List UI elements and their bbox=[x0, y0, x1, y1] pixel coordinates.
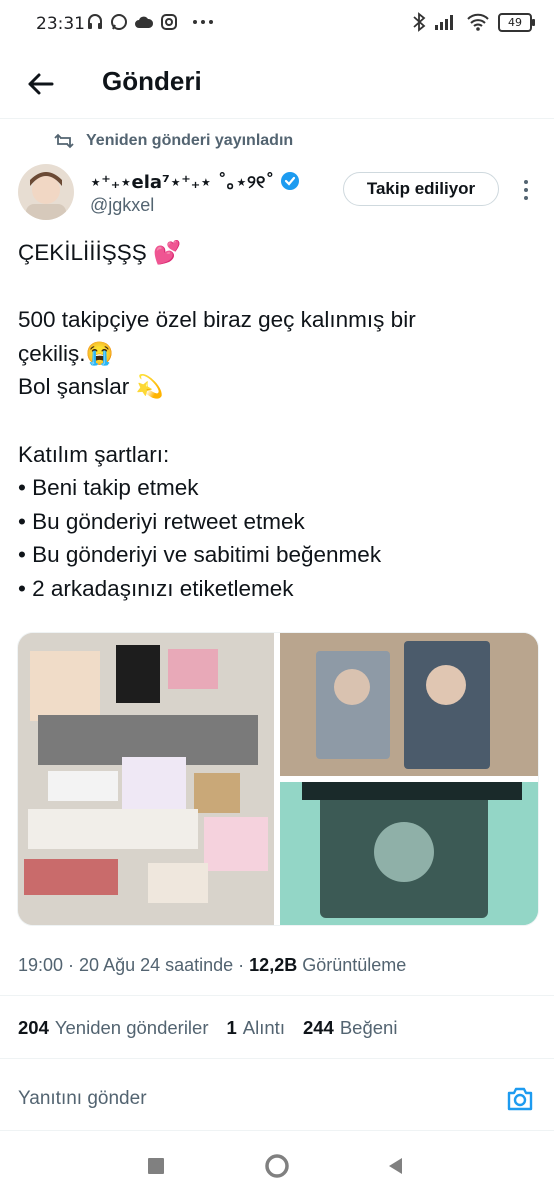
recents-square-icon[interactable] bbox=[146, 1156, 166, 1176]
post-timestamp: 19:00 · 20 Ağu 24 saatinde · 12,2B Görün… bbox=[18, 955, 406, 976]
views-count: 12,2B bbox=[249, 955, 298, 975]
timestamp-text: 19:00 · 20 Ağu 24 saatinde · bbox=[18, 955, 250, 975]
reposts-label: Yeniden gönderiler bbox=[54, 1017, 209, 1038]
post-stats: 204 Yeniden gönderiler 1 Alıntı 244 Beğeni bbox=[18, 1017, 415, 1039]
back-triangle-icon[interactable] bbox=[386, 1156, 406, 1176]
views-label: Görüntüleme bbox=[297, 955, 407, 975]
post-line: 500 takipçiye özel biraz geç kalınmış bi… bbox=[18, 307, 416, 333]
more-dots-icon bbox=[193, 20, 213, 24]
instagram-icon bbox=[161, 14, 177, 30]
author-name-text: ⋆⁺₊⋆ela⁷⋆⁺₊⋆ ˚｡⋆୨୧˚ bbox=[90, 172, 275, 193]
post-line: • Beni takip etmek bbox=[18, 475, 199, 501]
status-bar: 23:31 49 bbox=[0, 0, 554, 52]
avatar[interactable] bbox=[18, 164, 74, 220]
post-line: Bol şanslar 💫 bbox=[18, 374, 164, 400]
wifi-icon bbox=[467, 13, 489, 31]
post-line: • Bu gönderiyi retweet etmek bbox=[18, 508, 305, 534]
divider bbox=[0, 995, 554, 996]
avatar-image bbox=[18, 164, 74, 220]
post-line: • 2 arkadaşınızı etiketlemek bbox=[18, 575, 294, 601]
post-line: Katılım şartları: bbox=[18, 441, 170, 467]
quotes-label: Alıntı bbox=[242, 1017, 285, 1038]
following-button[interactable]: Takip ediliyor bbox=[343, 172, 499, 206]
camera-icon[interactable] bbox=[506, 1086, 534, 1112]
author-name[interactable]: ⋆⁺₊⋆ela⁷⋆⁺₊⋆ ˚｡⋆୨୧˚ bbox=[90, 168, 300, 194]
signal-icon bbox=[435, 15, 453, 30]
headphones-icon bbox=[88, 14, 102, 29]
battery-indicator: 49 bbox=[498, 12, 535, 32]
quotes-count: 1 bbox=[226, 1017, 237, 1038]
post-body: ÇEKİLİİİŞŞŞ 💕 500 takipçiye özel biraz g… bbox=[18, 236, 538, 606]
repost-indicator: Yeniden gönderi yayınladın bbox=[54, 132, 293, 150]
cloud-icon bbox=[135, 16, 154, 28]
media-photo-cards[interactable] bbox=[280, 633, 538, 776]
reposts-stat[interactable]: 204 Yeniden gönderiler bbox=[18, 1017, 227, 1039]
back-arrow-icon[interactable] bbox=[22, 66, 58, 102]
divider bbox=[0, 1130, 554, 1131]
post-line bbox=[18, 270, 538, 304]
post-line bbox=[18, 404, 538, 438]
likes-count: 244 bbox=[302, 1017, 334, 1038]
post-line: ÇEKİLİİİŞŞŞ 💕 bbox=[18, 240, 182, 265]
system-nav-bar bbox=[0, 1136, 554, 1200]
likes-label: Beğeni bbox=[339, 1017, 398, 1038]
status-time: 23:31 bbox=[36, 14, 85, 34]
post-line: çekiliş.😭 bbox=[18, 340, 114, 366]
top-bar: Gönderi bbox=[0, 52, 554, 119]
post-line: • Bu gönderiyi ve sabitimi beğenmek bbox=[18, 542, 382, 568]
reposts-count: 204 bbox=[18, 1017, 49, 1038]
media-grid bbox=[17, 632, 539, 926]
likes-stat[interactable]: 244 Beğeni bbox=[303, 1017, 415, 1039]
quotes-stat[interactable]: 1 Alıntı bbox=[227, 1017, 303, 1039]
bluetooth-icon bbox=[413, 12, 426, 32]
media-photo-card-teal[interactable] bbox=[280, 782, 538, 925]
media-photo-giveaway-items[interactable] bbox=[18, 633, 274, 925]
author-handle[interactable]: @jgkxel bbox=[90, 195, 154, 216]
divider bbox=[0, 1058, 554, 1059]
whatsapp-icon bbox=[111, 14, 127, 30]
reply-input[interactable]: Yanıtını gönder bbox=[18, 1088, 147, 1110]
verified-badge-icon bbox=[281, 172, 300, 190]
repost-label: Yeniden gönderi yayınladın bbox=[86, 132, 294, 149]
page-title: Gönderi bbox=[102, 66, 202, 96]
more-options-icon[interactable] bbox=[516, 176, 536, 204]
home-circle-icon[interactable] bbox=[264, 1153, 290, 1179]
reply-bar: Yanıtını gönder bbox=[0, 1072, 554, 1130]
repost-icon bbox=[54, 133, 74, 149]
